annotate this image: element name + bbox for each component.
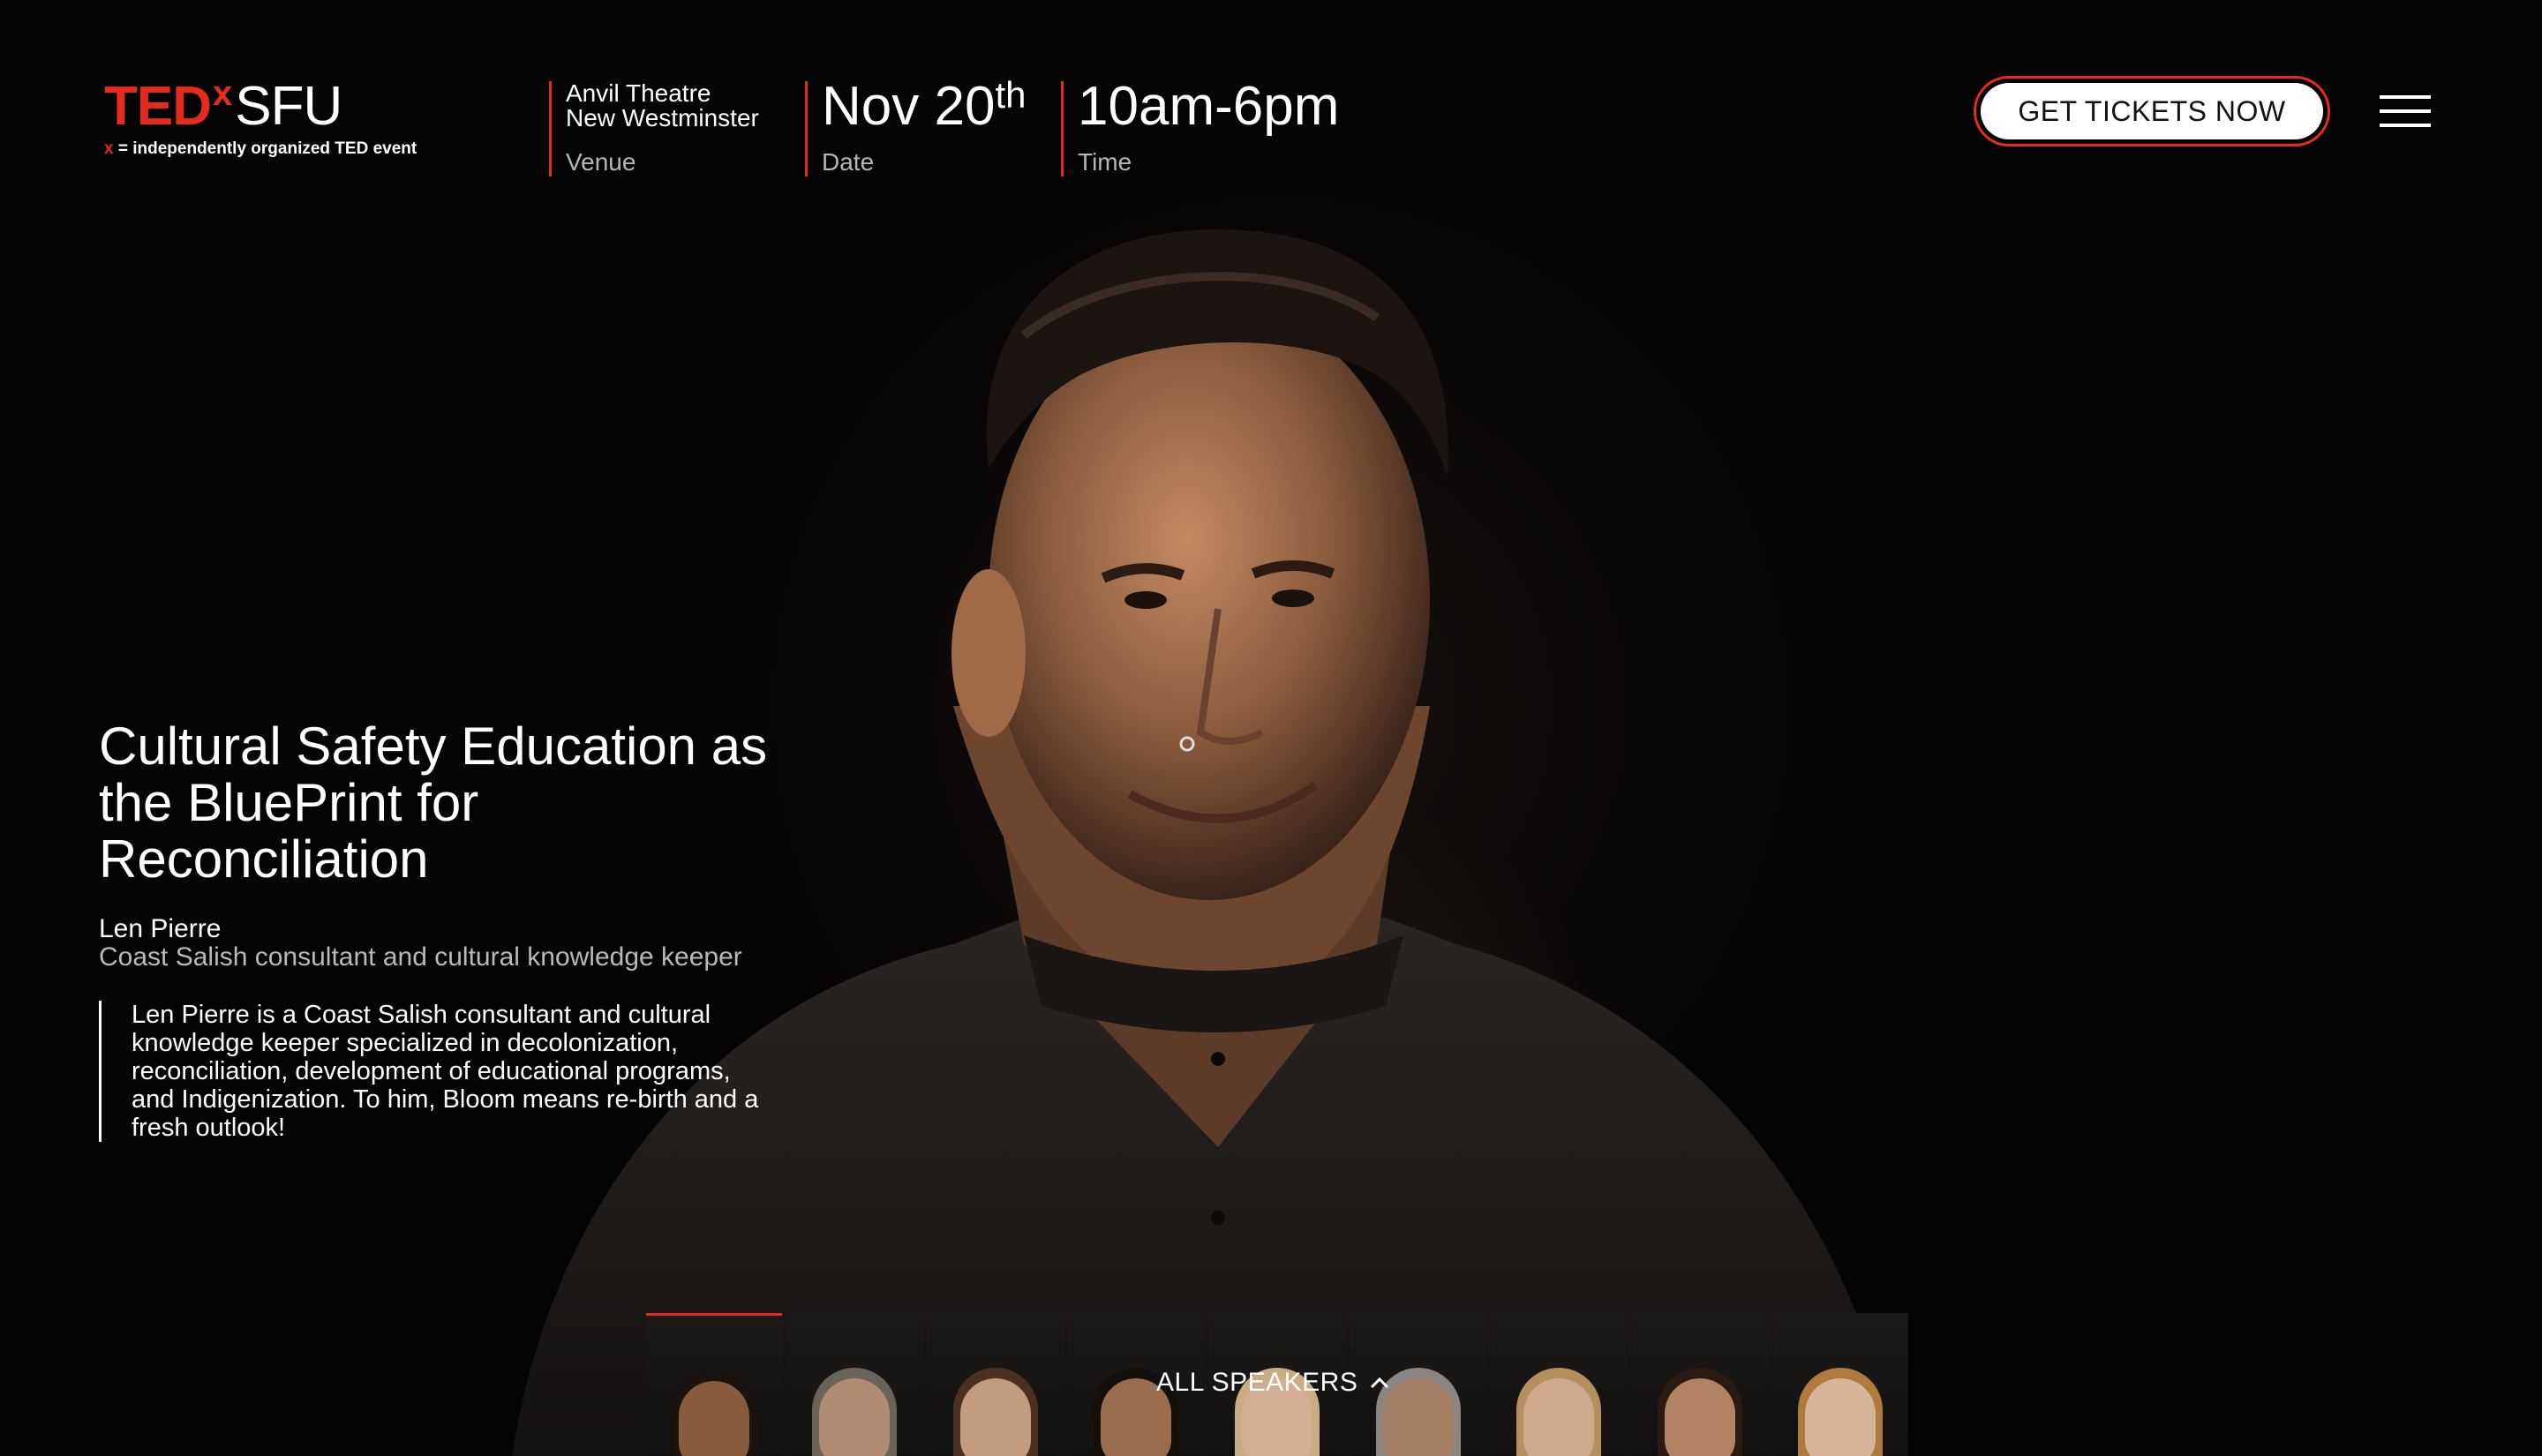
- all-speakers-label: ALL SPEAKERS: [1156, 1368, 1358, 1397]
- venue-label: Venue: [566, 148, 636, 176]
- time-label: Time: [1078, 148, 1132, 176]
- chevron-up-icon: [1371, 1377, 1389, 1389]
- speaker-thumbnail[interactable]: [928, 1313, 1064, 1456]
- get-tickets-button[interactable]: GET TICKETS NOW: [1974, 76, 2330, 146]
- hamburger-menu-icon[interactable]: [2380, 94, 2431, 129]
- logo-wordmark: TEDxSFU: [104, 74, 342, 137]
- venue-name: Anvil Theatre: [566, 79, 711, 107]
- speaker-thumbnail[interactable]: [1772, 1313, 1909, 1456]
- speaker-role: Coast Salish consultant and cultural kno…: [99, 942, 742, 972]
- speaker-bio: Len Pierre is a Coast Salish consultant …: [99, 1001, 770, 1142]
- venue-city: New Westminster: [566, 104, 759, 131]
- time-info: 10am-6pm Time: [1061, 76, 1342, 176]
- speaker-thumbnail[interactable]: [1631, 1313, 1768, 1456]
- speaker-name: Len Pierre: [99, 914, 222, 943]
- time-value: 10am-6pm: [1078, 76, 1340, 137]
- talk-title: Cultural Safety Education as the BluePri…: [99, 717, 768, 889]
- tedxsfu-logo[interactable]: TEDxSFU x = independently organized TED …: [104, 74, 417, 159]
- logo-tagline: x = independently organized TED event: [104, 139, 417, 158]
- all-speakers-toggle[interactable]: ALL SPEAKERS: [1156, 1368, 1389, 1398]
- venue-info: Anvil Theatre New Westminster Venue: [549, 81, 778, 176]
- get-tickets-label: GET TICKETS NOW: [1981, 83, 2323, 139]
- date-label: Date: [822, 148, 875, 176]
- speaker-thumbnail[interactable]: [646, 1313, 782, 1456]
- date-value: Nov 20th: [822, 74, 1027, 137]
- speaker-thumbnail[interactable]: [1491, 1313, 1627, 1456]
- date-info: Nov 20th Date: [805, 74, 1027, 176]
- speaker-thumbnail[interactable]: [786, 1313, 923, 1456]
